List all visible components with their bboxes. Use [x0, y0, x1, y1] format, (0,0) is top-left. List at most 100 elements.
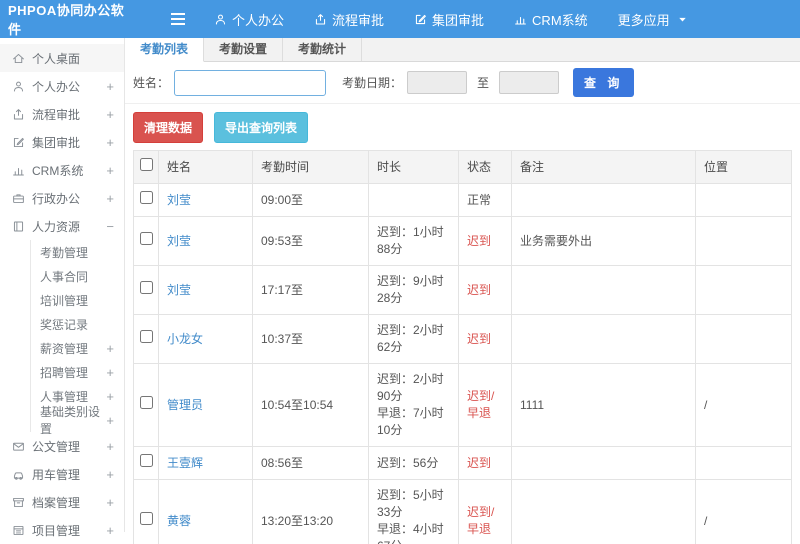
chart-icon — [12, 164, 25, 177]
note — [512, 184, 696, 217]
sidebar-item-label: 行政办公 — [32, 190, 80, 207]
export-list-button[interactable]: 导出查询列表 — [214, 112, 308, 143]
sidebar-item-流程审批[interactable]: 流程审批+ — [0, 100, 124, 128]
nav-item-label: 更多应用 — [618, 10, 670, 29]
duration-line: 早退：7小时10分 — [377, 405, 450, 439]
sidebar-subitem-考勤管理[interactable]: 考勤管理 — [31, 240, 124, 264]
date-to-input[interactable] — [499, 71, 559, 94]
expand-plus-icon[interactable]: + — [106, 163, 114, 178]
sidebar-subitem-label: 人事合同 — [40, 268, 88, 285]
row-checkbox[interactable] — [140, 232, 153, 245]
attendance-time: 13:20至13:20 — [253, 480, 369, 544]
duration: 迟到：2小时62分 — [369, 315, 459, 364]
sidebar-subitem-奖惩记录[interactable]: 奖惩记录 — [31, 312, 124, 336]
nav-item-label: 流程审批 — [332, 10, 384, 29]
employee-name-link[interactable]: 刘莹 — [167, 234, 191, 248]
sidebar-subitem-培训管理[interactable]: 培训管理 — [31, 288, 124, 312]
sidebar-item-档案管理[interactable]: 档案管理+ — [0, 488, 124, 516]
clean-data-button[interactable]: 清理数据 — [133, 112, 203, 143]
nav-item-流程审批[interactable]: 流程审批 — [314, 10, 384, 29]
nav-item-集团审批[interactable]: 集团审批 — [414, 10, 484, 29]
expand-plus-icon[interactable]: + — [106, 341, 114, 356]
sidebar-item-项目管理[interactable]: 项目管理+ — [0, 516, 124, 544]
expand-plus-icon[interactable]: + — [106, 495, 114, 510]
expand-plus-icon[interactable]: + — [106, 107, 114, 122]
row-checkbox[interactable] — [140, 396, 153, 409]
duration-line: 早退：4小时67分 — [377, 521, 450, 544]
sidebar: 个人桌面个人办公+流程审批+集团审批+CRM系统+行政办公+人力资源−考勤管理人… — [0, 38, 125, 532]
nav-item-个人办公[interactable]: 个人办公 — [214, 10, 284, 29]
sidebar-toggle-button[interactable] — [170, 12, 186, 26]
sidebar-subitem-label: 奖惩记录 — [40, 316, 88, 333]
duration-line: 迟到：56分 — [377, 455, 450, 472]
sidebar-item-集团审批[interactable]: 集团审批 + — [0, 128, 124, 156]
sidebar-subitem-label: 招聘管理 — [40, 364, 88, 381]
user-icon — [12, 80, 25, 93]
sidebar-subitem-薪资管理[interactable]: 薪资管理+ — [31, 336, 124, 360]
row-checkbox[interactable] — [140, 512, 153, 525]
archive-icon — [12, 496, 25, 509]
column-header-时长: 时长 — [369, 151, 459, 184]
duration-line: 迟到：5小时33分 — [377, 487, 450, 521]
status: 正常 — [459, 184, 512, 217]
sidebar-subitem-人事合同[interactable]: 人事合同 — [31, 264, 124, 288]
status: 迟到 — [459, 315, 512, 364]
expand-plus-icon[interactable]: + — [106, 467, 114, 482]
duration-line: 迟到：2小时90分 — [377, 371, 450, 405]
row-checkbox[interactable] — [140, 281, 153, 294]
employee-name-link[interactable]: 管理员 — [167, 398, 203, 412]
location — [696, 315, 792, 364]
employee-name-link[interactable]: 黄蓉 — [167, 514, 191, 528]
tab-考勤列表[interactable]: 考勤列表 — [125, 38, 204, 62]
expand-plus-icon[interactable]: + — [106, 79, 114, 94]
sidebar-item-个人办公[interactable]: 个人办公+ — [0, 72, 124, 100]
expand-plus-icon[interactable]: + — [106, 135, 114, 150]
sidebar-item-用车管理[interactable]: 用车管理+ — [0, 460, 124, 488]
employee-name-link[interactable]: 刘莹 — [167, 283, 191, 297]
sidebar-subitem-基础类别设置[interactable]: 基础类别设置+ — [31, 408, 124, 432]
tab-考勤统计[interactable]: 考勤统计 — [283, 38, 362, 61]
name-input[interactable] — [174, 70, 326, 96]
main-content: 考勤列表考勤设置考勤统计 姓名： 考勤日期： 至 查 询 清理数据 导出查询列表… — [125, 38, 800, 544]
collapse-minus-icon[interactable]: − — [106, 219, 114, 234]
table-header-row: 姓名考勤时间时长状态备注位置 — [134, 151, 792, 184]
attendance-time: 10:54至10:54 — [253, 364, 369, 447]
home-icon — [12, 52, 25, 65]
table-row: 王壹辉08:56至迟到：56分迟到 — [134, 447, 792, 480]
user-icon — [214, 13, 227, 26]
filter-form: 姓名： 考勤日期： 至 查 询 — [125, 62, 800, 104]
row-checkbox[interactable] — [140, 330, 153, 343]
sidebar-item-label: 个人桌面 — [32, 50, 80, 67]
expand-plus-icon[interactable]: + — [106, 365, 114, 380]
employee-name-link[interactable]: 小龙女 — [167, 332, 203, 346]
duration: 迟到：9小时28分 — [369, 266, 459, 315]
expand-plus-icon[interactable]: + — [106, 191, 114, 206]
briefcase-icon — [12, 192, 25, 205]
sidebar-item-CRM系统[interactable]: CRM系统+ — [0, 156, 124, 184]
status: 迟到/早退 — [459, 364, 512, 447]
sidebar-subitem-招聘管理[interactable]: 招聘管理 + — [31, 360, 124, 384]
employee-name-link[interactable]: 刘莹 — [167, 193, 191, 207]
column-header-姓名: 姓名 — [159, 151, 253, 184]
sidebar-item-个人桌面[interactable]: 个人桌面 — [0, 44, 124, 72]
nav-item-CRM系统[interactable]: CRM系统 — [514, 10, 588, 29]
expand-plus-icon[interactable]: + — [106, 413, 114, 428]
date-from-input[interactable] — [407, 71, 467, 94]
row-checkbox[interactable] — [140, 191, 153, 204]
search-button[interactable]: 查 询 — [573, 68, 634, 97]
table-row: 刘莹09:53至迟到：1小时88分迟到业务需要外出 — [134, 217, 792, 266]
note — [512, 480, 696, 544]
expand-plus-icon[interactable]: + — [106, 389, 114, 404]
expand-plus-icon[interactable]: + — [106, 523, 114, 538]
sidebar-item-行政办公[interactable]: 行政办公 + — [0, 184, 124, 212]
tab-考勤设置[interactable]: 考勤设置 — [204, 38, 283, 61]
duration-line: 迟到：9小时28分 — [377, 273, 450, 307]
expand-plus-icon[interactable]: + — [106, 439, 114, 454]
employee-name-link[interactable]: 王壹辉 — [167, 456, 203, 470]
name-field-label: 姓名： — [133, 74, 169, 91]
sidebar-item-人力资源[interactable]: 人力资源− — [0, 212, 124, 240]
sidebar-item-label: 集团审批 — [32, 134, 80, 151]
select-all-checkbox[interactable] — [140, 158, 153, 171]
row-checkbox[interactable] — [140, 454, 153, 467]
nav-item-更多应用[interactable]: 更多应用 — [618, 10, 689, 29]
